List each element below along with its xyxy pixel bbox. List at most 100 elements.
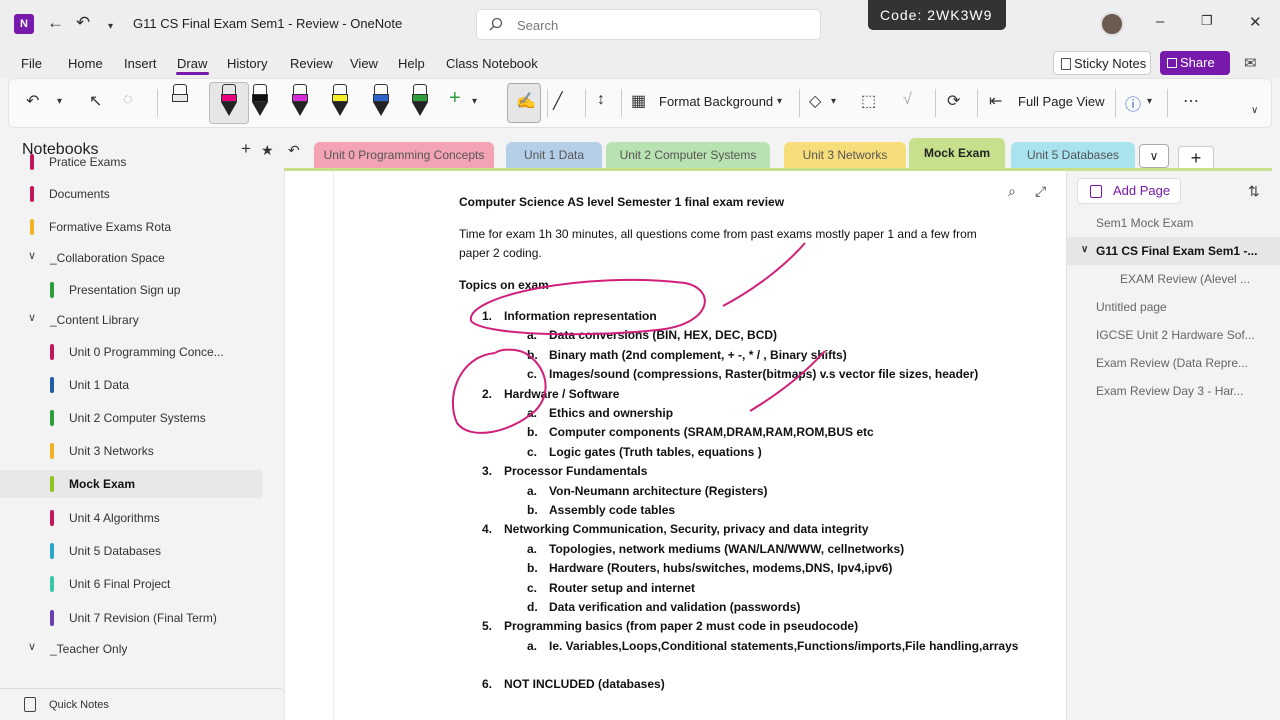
page-list-item[interactable]: ∨ G11 CS Final Exam Sem1 -...	[1067, 237, 1280, 265]
close-icon[interactable]: ✕	[1249, 13, 1262, 31]
full-page-view-button[interactable]: Full Page View	[1018, 94, 1104, 109]
format-background-icon[interactable]: ▦	[631, 91, 646, 111]
help-icon[interactable]: ⓘ	[1125, 91, 1141, 115]
insert-space-icon[interactable]: ↕	[597, 91, 605, 109]
section-tab[interactable]: Unit 2 Computer Systems	[606, 142, 770, 169]
section-tab[interactable]: Unit 3 Networks	[784, 142, 906, 169]
ink-to-math-icon[interactable]: √	[903, 91, 912, 109]
menu-home[interactable]: Home	[68, 56, 103, 71]
shapes-icon[interactable]: ◇	[809, 91, 821, 111]
add-pen-icon[interactable]: +	[449, 87, 461, 110]
section-tab[interactable]: Mock Exam	[909, 138, 1005, 169]
undo-ink-icon[interactable]: ↶	[26, 91, 39, 111]
section-item[interactable]: Documents	[0, 180, 262, 208]
page-list-item[interactable]: Exam Review (Data Repre...	[1067, 349, 1280, 377]
sticky-notes-button[interactable]: Sticky Notes	[1053, 51, 1151, 75]
pink-pen-icon[interactable]	[216, 84, 242, 120]
menu-insert[interactable]: Insert	[124, 56, 157, 71]
ink-to-shape-icon[interactable]: ✍	[516, 91, 536, 111]
section-item[interactable]: Unit 7 Revision (Final Term)	[0, 604, 262, 632]
section-item[interactable]: Unit 1 Data	[0, 371, 262, 399]
page-search-icon[interactable]: ⌕	[1008, 183, 1016, 200]
quick-access-dropdown-icon[interactable]: ▾	[108, 17, 113, 37]
chevron-down-icon[interactable]: ∨	[28, 249, 36, 262]
section-item[interactable]: Pratice Exams	[0, 148, 262, 176]
page-list-item[interactable]: IGCSE Unit 2 Hardware Sof...	[1067, 321, 1280, 349]
quick-notes[interactable]: Quick Notes	[0, 688, 282, 720]
chevron-down-icon[interactable]: ∨	[28, 640, 36, 653]
undo-dropdown-icon[interactable]: ▾	[57, 96, 62, 107]
more-options-icon[interactable]: ⋯	[1183, 91, 1199, 111]
section-tab[interactable]: Unit 0 Programming Concepts	[314, 142, 494, 169]
section-item[interactable]: Formative Exams Rota	[0, 213, 262, 241]
minimize-icon[interactable]: –	[1156, 13, 1164, 30]
menu-review[interactable]: Review	[290, 56, 333, 71]
add-page-button[interactable]: Add Page	[1077, 178, 1181, 204]
yellow-highlighter-icon[interactable]	[327, 84, 353, 120]
page-list-item[interactable]: Untitled page	[1067, 293, 1280, 321]
section-color-tab	[50, 576, 54, 592]
subtopic-item: Images/sound (compressions, Raster(bitma…	[549, 367, 979, 382]
undo-icon[interactable]: ↶	[76, 13, 90, 33]
topic-item: Hardware / Software	[504, 386, 620, 401]
menu-help[interactable]: Help	[398, 56, 425, 71]
back-icon[interactable]: ←	[47, 13, 64, 33]
avatar[interactable]	[1100, 12, 1124, 36]
chevron-down-icon[interactable]: ∨	[1081, 244, 1088, 255]
section-item[interactable]: Mock Exam	[0, 470, 262, 498]
window-title: G11 CS Final Exam Sem1 - Review - OneNot…	[133, 16, 403, 31]
green-pen-icon[interactable]	[407, 84, 433, 120]
menu-draw[interactable]: Draw	[177, 56, 207, 71]
more-tabs-chevron-icon[interactable]: ∨	[1139, 144, 1169, 168]
menu-class-notebook[interactable]: Class Notebook	[446, 56, 538, 71]
add-pen-dropdown-icon[interactable]: ▾	[472, 96, 477, 107]
section-label: Unit 2 Computer Systems	[69, 411, 206, 425]
feedback-icon[interactable]: ✉	[1244, 54, 1257, 72]
section-item[interactable]: Unit 4 Algorithms	[0, 504, 262, 532]
section-item[interactable]: Unit 2 Computer Systems	[0, 404, 262, 432]
full-page-view-icon[interactable]: ⇤	[989, 91, 1002, 111]
section-item[interactable]: Unit 0 Programming Conce...	[0, 338, 262, 366]
subtopic-item: Data conversions (BIN, HEX, DEC, BCD)	[549, 328, 778, 343]
ink-to-text-icon[interactable]: ⬚	[861, 91, 876, 111]
section-item[interactable]: Presentation Sign up	[0, 276, 262, 304]
blue-pen-icon[interactable]	[368, 84, 394, 120]
collapse-ribbon-icon[interactable]: ∨	[1251, 105, 1258, 116]
lasso-select-icon[interactable]: ◌	[123, 91, 133, 109]
select-objects-icon[interactable]: ↖	[89, 91, 102, 111]
section-item[interactable]: Unit 6 Final Project	[0, 570, 262, 598]
menu-view[interactable]: View	[350, 56, 378, 71]
menu-file[interactable]: File	[21, 56, 42, 71]
help-dropdown-icon[interactable]: ▾	[1147, 96, 1152, 107]
note-page[interactable]: ⌕ ⤢ Computer Science AS level Semester 1…	[284, 171, 1066, 720]
pin-icon[interactable]: ★	[261, 142, 274, 159]
share-button[interactable]: Share	[1160, 51, 1230, 75]
format-background-button[interactable]: Format Background	[659, 94, 773, 109]
shapes-dropdown-icon[interactable]: ▾	[831, 96, 836, 107]
search-box[interactable]: Search	[476, 9, 821, 40]
section-tab[interactable]: Unit 5 Databases	[1011, 142, 1135, 169]
black-pen-icon[interactable]	[247, 84, 273, 120]
restore-icon[interactable]: ❐	[1201, 13, 1213, 29]
sort-pages-icon[interactable]: ⇅	[1248, 183, 1260, 200]
page-list-item[interactable]: Exam Review Day 3 - Har...	[1067, 377, 1280, 405]
section-group[interactable]: ∨ _Content Library	[0, 306, 262, 334]
section-group[interactable]: ∨ _Teacher Only	[0, 635, 262, 663]
section-group-label: _Teacher Only	[50, 642, 128, 656]
replay-icon[interactable]: ⟳	[947, 91, 960, 111]
topic-item: NOT INCLUDED (databases)	[504, 677, 665, 692]
magenta-pen-icon[interactable]	[287, 84, 313, 120]
section-group[interactable]: ∨ _Collaboration Space	[0, 244, 262, 272]
menu-history[interactable]: History	[227, 56, 267, 71]
expand-icon[interactable]: ⤢	[1035, 183, 1046, 200]
chevron-down-icon[interactable]: ∨	[28, 311, 36, 324]
section-tab[interactable]: Unit 1 Data	[506, 142, 602, 169]
section-item[interactable]: Unit 5 Databases	[0, 537, 262, 565]
page-list-item[interactable]: Sem1 Mock Exam	[1067, 209, 1280, 237]
add-section-tab-button[interactable]: +	[1178, 146, 1214, 170]
ruler-icon[interactable]: ╱	[553, 91, 563, 111]
eraser-pen-icon[interactable]	[167, 84, 193, 120]
format-background-dropdown-icon[interactable]: ▾	[777, 96, 782, 107]
section-item[interactable]: Unit 3 Networks	[0, 437, 262, 465]
page-list-item[interactable]: EXAM Review (Alevel ...	[1067, 265, 1280, 293]
